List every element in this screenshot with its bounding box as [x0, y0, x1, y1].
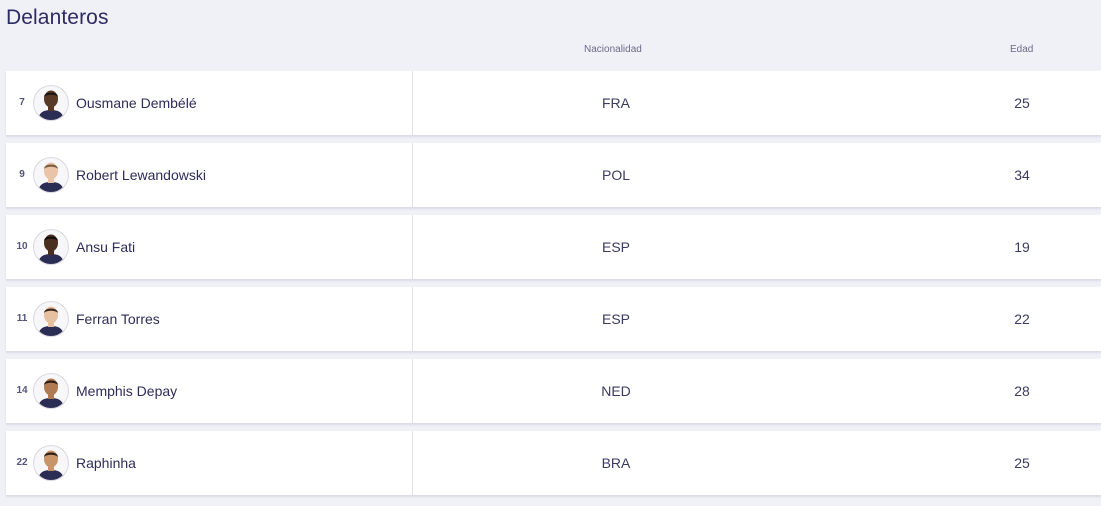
player-age: 25: [1014, 95, 1030, 111]
player-nationality: FRA: [602, 95, 630, 111]
row-divider: [412, 215, 413, 279]
player-list: 7 Ousmane Dembélé FRA 25 9 Robert Lewand…: [6, 71, 1101, 503]
player-name[interactable]: Ansu Fati: [76, 215, 135, 279]
player-age: 28: [1014, 383, 1030, 399]
row-divider: [412, 71, 413, 135]
age-column-header: Edad: [1010, 44, 1034, 55]
player-row[interactable]: 11 Ferran Torres ESP 22: [6, 287, 1101, 351]
player-age: 19: [1014, 239, 1030, 255]
player-age: 22: [1014, 311, 1030, 327]
shirt-shape: [38, 326, 64, 336]
player-row[interactable]: 14 Memphis Depay NED 28: [6, 359, 1101, 423]
row-divider: [412, 287, 413, 351]
player-avatar: [33, 157, 69, 193]
player-row[interactable]: 22 Raphinha BRA 25: [6, 431, 1101, 495]
player-row[interactable]: 7 Ousmane Dembélé FRA 25: [6, 71, 1101, 135]
player-name[interactable]: Robert Lewandowski: [76, 143, 206, 207]
shirt-shape: [38, 182, 64, 192]
player-age: 25: [1014, 455, 1030, 471]
player-photo: [38, 90, 64, 120]
player-photo: [38, 450, 64, 480]
row-divider: [412, 143, 413, 207]
player-photo: [38, 378, 64, 408]
player-row[interactable]: 10 Ansu Fati ESP 19: [6, 215, 1101, 279]
player-photo: [38, 306, 64, 336]
player-row[interactable]: 9 Robert Lewandowski POL 34: [6, 143, 1101, 207]
player-avatar: [33, 229, 69, 265]
player-photo: [38, 162, 64, 192]
player-nationality: ESP: [601, 311, 630, 327]
shirt-shape: [38, 110, 64, 120]
shirt-shape: [38, 254, 64, 264]
player-name[interactable]: Ferran Torres: [76, 287, 160, 351]
player-photo: [38, 234, 64, 264]
shirt-shape: [38, 398, 64, 408]
player-nationality: POL: [601, 167, 630, 183]
row-divider: [412, 431, 413, 495]
player-name[interactable]: Memphis Depay: [76, 359, 177, 423]
player-name[interactable]: Ousmane Dembélé: [76, 71, 197, 135]
player-avatar: [33, 85, 69, 121]
player-avatar: [33, 445, 69, 481]
row-divider: [412, 359, 413, 423]
player-nationality: ESP: [601, 239, 630, 255]
player-avatar: [33, 373, 69, 409]
shirt-shape: [38, 470, 64, 480]
player-name[interactable]: Raphinha: [76, 431, 136, 495]
player-nationality: BRA: [601, 455, 631, 471]
player-age: 34: [1014, 167, 1030, 183]
forwards-section: Delanteros Nacionalidad Edad 7 Ousmane D…: [0, 0, 1101, 506]
player-avatar: [33, 301, 69, 337]
section-title: Delanteros: [6, 6, 109, 29]
player-nationality: NED: [601, 383, 631, 399]
nationality-column-header: Nacionalidad: [584, 44, 642, 55]
